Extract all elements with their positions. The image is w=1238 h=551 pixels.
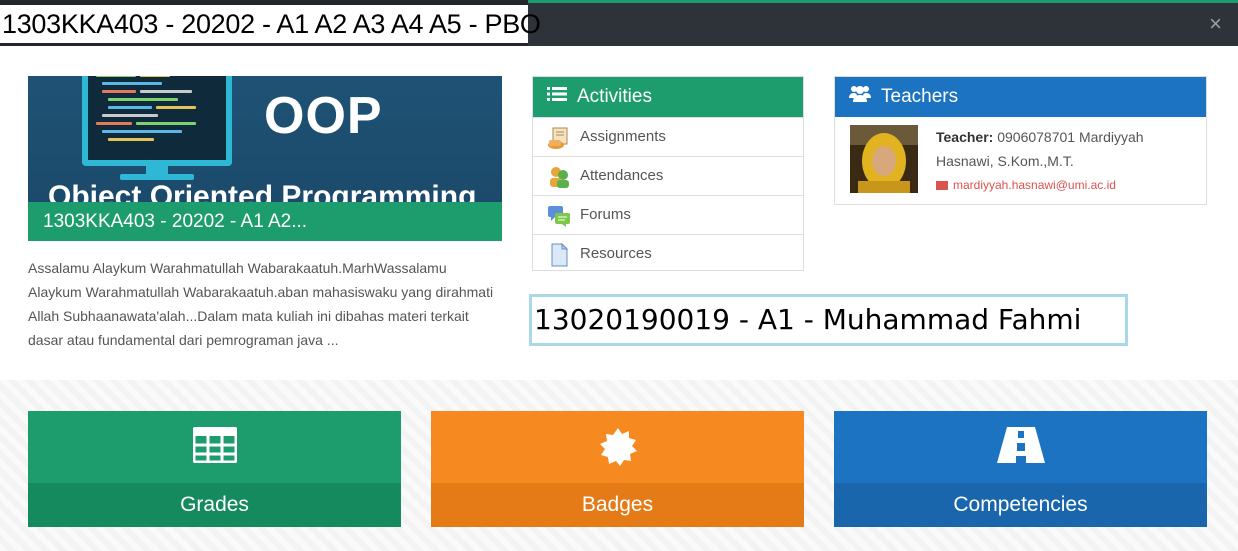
envelope-icon [936,180,948,190]
teacher-avatar[interactable] [850,125,918,193]
teachers-title: Teachers [881,86,959,108]
course-card[interactable]: OOP Object Oriented Programming 1303KKA4… [28,76,502,241]
main-content: OOP Object Oriented Programming 1303KKA4… [0,46,1238,380]
activities-panel: Activities Assignments Attendances Forum… [532,76,804,271]
course-summary: Assalamu Alaykum Warahmatullah Wabarakaa… [28,260,494,348]
activity-item-attendances[interactable]: Attendances [533,156,803,195]
activity-label-attendances: Attendances [580,167,664,184]
competencies-tile-top [834,411,1207,483]
grades-tile-top [28,411,401,483]
teacher-email-link[interactable]: mardiyyah.hasnawi@umi.ac.id [936,175,1196,195]
road-icon [996,427,1045,468]
list-icon [547,77,567,117]
badges-tile-top [431,411,804,483]
monitor-graphic [82,76,232,166]
teacher-info: Teacher: 0906078701 Mardiyyah Hasnawi, S… [936,125,1196,195]
teacher-details: Teacher: 0906078701 Mardiyyah Hasnawi, S… [936,125,1196,173]
course-name-bar: 1303KKA403 - 20202 - A1 A2... [28,202,502,241]
activity-label-resources: Resources [580,245,652,262]
teachers-header: Teachers [835,77,1206,117]
grades-tile[interactable]: Grades [28,411,401,527]
grades-label: Grades [28,483,401,527]
assignment-icon [547,126,571,150]
resource-icon [547,242,571,267]
student-label: 13020190019 - A1 - Muhammad Fahmi [529,294,1128,346]
activities-title: Activities [577,86,652,108]
forum-icon [547,204,571,228]
activity-label-assignments: Assignments [580,128,666,145]
course-image-subtitle: Object Oriented Programming [48,180,477,202]
bottom-section: Grades Badges Competencies [0,380,1238,551]
badge-icon [598,427,638,472]
course-title: 1303KKA403 - 20202 - A1 A2 A3 A4 A5 - PB… [0,5,541,43]
teacher-label: Teacher: [936,129,994,145]
activities-header: Activities [533,77,803,117]
users-icon [849,77,871,117]
attendance-icon [547,165,571,189]
competencies-label: Competencies [834,483,1207,527]
title-wrap: 1303KKA403 - 20202 - A1 A2 A3 A4 A5 - PB… [0,0,541,49]
course-image-title: OOP [264,87,383,145]
badges-label: Badges [431,483,804,527]
teacher-email: mardiyyah.hasnawi@umi.ac.id [953,178,1116,192]
top-bar: 1303KKA403 - 20202 - A1 A2 A3 A4 A5 - PB… [0,0,1238,49]
competencies-tile[interactable]: Competencies [834,411,1207,527]
activity-label-forums: Forums [580,206,631,223]
activity-item-assignments[interactable]: Assignments [533,117,803,156]
activity-item-resources[interactable]: Resources [533,234,803,273]
activity-item-forums[interactable]: Forums [533,195,803,234]
close-icon[interactable]: × [1209,13,1222,35]
table-icon [192,426,237,468]
teachers-panel: Teachers Teacher: 0906078701 Mardiyyah H… [834,76,1207,205]
course-image: OOP Object Oriented Programming [28,76,502,202]
badges-tile[interactable]: Badges [431,411,804,527]
